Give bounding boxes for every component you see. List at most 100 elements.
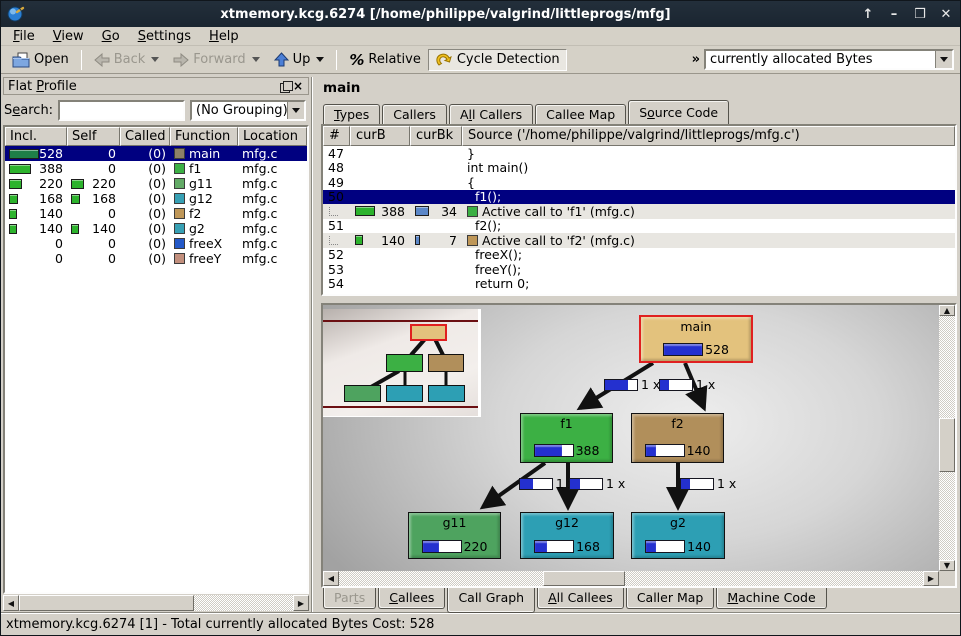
table-row-f2[interactable]: 140 0 (0) f2 mfg.c xyxy=(5,206,307,221)
overview-node-f2 xyxy=(428,354,464,372)
graph-node-f1[interactable]: f1 388 xyxy=(520,413,613,463)
tab-call-graph[interactable]: Call Graph xyxy=(447,588,535,613)
detail-top-tabs: Types Callers All Callers Callee Map Sou… xyxy=(321,100,957,124)
source-line[interactable]: 47 } xyxy=(323,146,955,161)
tab-parts[interactable]: Parts xyxy=(323,588,376,609)
column-header-called[interactable]: Called xyxy=(120,127,170,146)
application-window: xtmemory.kcg.6274 [/home/philippe/valgri… xyxy=(0,0,961,636)
open-icon xyxy=(12,52,30,68)
dock-close-icon[interactable]: × xyxy=(292,79,304,93)
call-graph-panel: main 528 f1 388 f2 140 g11 220 xyxy=(321,303,957,588)
table-row-main[interactable]: 528 0 (0) main mfg.c xyxy=(5,146,307,161)
table-row-g11[interactable]: 220 220 (0) g11 mfg.c xyxy=(5,176,307,191)
graph-node-f2[interactable]: f2 140 xyxy=(631,413,724,463)
forward-button[interactable]: Forward xyxy=(166,49,266,70)
source-line[interactable]: 48 int main() xyxy=(323,161,955,176)
tab-caller-map[interactable]: Caller Map xyxy=(626,588,715,609)
edge-label-main-f1: 1 x xyxy=(604,377,660,392)
graph-hscrollbar[interactable]: ◀ ▶ xyxy=(323,571,939,586)
horizontal-splitter[interactable] xyxy=(321,296,957,303)
keep-above-button[interactable]: ↑ xyxy=(860,7,876,22)
minimize-button[interactable]: – xyxy=(886,7,902,22)
open-button[interactable]: Open xyxy=(5,49,76,71)
menu-go[interactable]: Go xyxy=(94,28,128,45)
dock-title-bar[interactable]: Flat Profile × xyxy=(3,77,309,95)
column-header-line[interactable]: # xyxy=(323,126,350,146)
menu-file[interactable]: File xyxy=(5,28,43,45)
function-color-f1 xyxy=(467,206,478,217)
source-line[interactable]: 53 freeY(); xyxy=(323,262,955,277)
source-line-selected[interactable]: 50 f1(); xyxy=(323,190,955,205)
column-header-self[interactable]: Self xyxy=(67,127,120,146)
scroll-left-icon[interactable]: ◀ xyxy=(323,571,339,586)
tab-types[interactable]: Types xyxy=(323,104,380,124)
tab-source-code[interactable]: Source Code xyxy=(628,100,729,124)
table-row-freeX[interactable]: 0 0 (0) freeX mfg.c xyxy=(5,236,307,251)
menu-settings[interactable]: Settings xyxy=(130,28,199,45)
flat-profile-dock: Flat Profile × Search: (No Grouping) Inc… xyxy=(1,77,312,613)
scroll-right-icon[interactable]: ▶ xyxy=(923,571,939,586)
relative-toggle-button[interactable]: % Relative xyxy=(342,48,427,72)
tab-callees[interactable]: Callees xyxy=(378,588,445,609)
edge-label-f1-g11: 1 x xyxy=(519,476,575,491)
column-header-curBk[interactable]: curBk xyxy=(410,126,462,146)
back-dropdown-icon[interactable] xyxy=(151,57,159,62)
combo-dropdown-icon[interactable] xyxy=(287,102,304,119)
forward-dropdown-icon[interactable] xyxy=(252,57,260,62)
tab-callers[interactable]: Callers xyxy=(382,104,447,124)
tab-all-callers[interactable]: All Callers xyxy=(449,104,533,124)
maximize-button[interactable]: ❒ xyxy=(912,7,928,22)
combo-dropdown-icon[interactable] xyxy=(935,51,952,68)
toolbar-overflow-chevron[interactable]: » xyxy=(688,52,704,67)
tab-callee-map[interactable]: Callee Map xyxy=(535,104,626,124)
graph-node-main[interactable]: main 528 xyxy=(639,315,753,363)
back-button[interactable]: Back xyxy=(87,49,167,70)
scroll-up-icon[interactable]: ▲ xyxy=(939,305,955,316)
graph-node-g2[interactable]: g2 140 xyxy=(631,512,725,559)
search-input[interactable] xyxy=(58,100,185,121)
graph-vscrollbar[interactable]: ▲ ▼ xyxy=(939,305,955,571)
flat-profile-hscrollbar[interactable]: ◀ ▶ xyxy=(3,595,309,611)
up-dropdown-icon[interactable] xyxy=(316,57,324,62)
toolbar-separator xyxy=(336,50,337,70)
event-type-combobox[interactable]: currently allocated Bytes xyxy=(704,49,954,70)
table-row-freeY[interactable]: 0 0 (0) freeY mfg.c xyxy=(5,251,307,266)
scroll-down-icon[interactable]: ▼ xyxy=(939,560,955,571)
scroll-left-icon[interactable]: ◀ xyxy=(3,595,19,611)
tree-branch-icon xyxy=(329,207,338,216)
overview-node-g11 xyxy=(344,385,381,402)
search-label: Search: xyxy=(4,103,53,118)
graph-node-g12[interactable]: g12 168 xyxy=(520,512,614,559)
toolbar: Open Back Forward Up % Relativ xyxy=(1,46,960,74)
menu-view[interactable]: View xyxy=(45,28,92,45)
overview-node-g12 xyxy=(386,385,423,402)
source-call-row-f2[interactable]: 140 7 Active call to 'f2' (mfg.c) xyxy=(323,233,955,248)
source-line[interactable]: 54 return 0; xyxy=(323,277,955,292)
table-row-g2[interactable]: 140 140 (0) g2 mfg.c xyxy=(5,221,307,236)
cycle-detection-toggle-button[interactable]: Cycle Detection xyxy=(428,49,567,71)
close-button[interactable]: ✕ xyxy=(938,7,954,22)
dock-float-icon[interactable] xyxy=(280,81,292,92)
column-header-location[interactable]: Location xyxy=(238,127,307,146)
tab-machine-code[interactable]: Machine Code xyxy=(716,588,826,609)
tab-all-callees[interactable]: All Callees xyxy=(537,588,624,609)
source-call-row-f1[interactable]: 388 34 Active call to 'f1' (mfg.c) xyxy=(323,204,955,219)
graph-node-g11[interactable]: g11 220 xyxy=(408,512,501,559)
up-button[interactable]: Up xyxy=(267,49,332,70)
status-bar: xtmemory.kcg.6274 [1] - Total currently … xyxy=(1,613,960,635)
scroll-right-icon[interactable]: ▶ xyxy=(293,595,309,611)
column-header-incl[interactable]: Incl. xyxy=(5,127,67,146)
column-header-curB[interactable]: curB xyxy=(350,126,410,146)
column-header-source[interactable]: Source ('/home/philippe/valgrind/littlep… xyxy=(462,126,955,146)
table-row-f1[interactable]: 388 0 (0) f1 mfg.c xyxy=(5,161,307,176)
menu-help[interactable]: Help xyxy=(201,28,247,45)
source-line[interactable]: 49 { xyxy=(323,175,955,190)
grouping-combobox[interactable]: (No Grouping) xyxy=(190,100,306,121)
function-color-g2 xyxy=(174,223,185,234)
table-row-g12[interactable]: 168 168 (0) g12 mfg.c xyxy=(5,191,307,206)
graph-overview-map[interactable] xyxy=(323,309,481,417)
call-graph-canvas[interactable]: main 528 f1 388 f2 140 g11 220 xyxy=(323,305,939,571)
source-line[interactable]: 52 freeX(); xyxy=(323,248,955,263)
column-header-function[interactable]: Function xyxy=(170,127,238,146)
source-line[interactable]: 51 f2(); xyxy=(323,219,955,234)
